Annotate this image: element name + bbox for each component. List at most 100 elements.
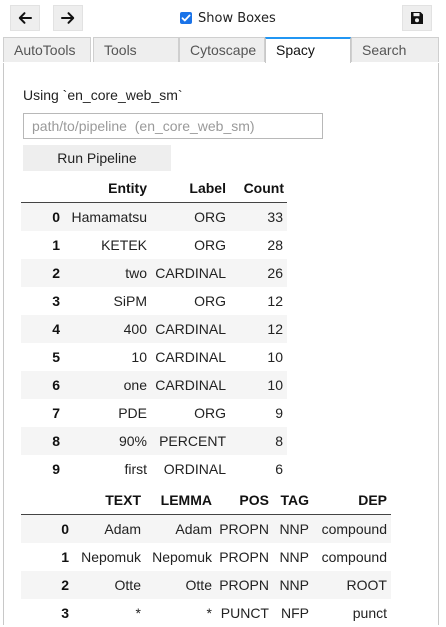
forward-button[interactable]	[53, 5, 83, 31]
tag-cell: NNP	[279, 577, 309, 593]
label-cell: ORDINAL	[163, 461, 226, 477]
label-cell: CARDINAL	[155, 377, 226, 393]
table-row: 9 first ORDINAL 6	[21, 455, 287, 483]
tab-label: Search	[362, 42, 407, 58]
table-row: 5 10 CARDINAL 10	[21, 343, 287, 371]
count-cell: 33	[267, 209, 283, 225]
table-row: 2 Otte Otte PROPN NNP ROOT	[21, 571, 391, 599]
label-cell: ORG	[194, 209, 226, 225]
tokens-table: TEXT LEMMA POS TAG DEP 0 Adam Adam PROPN NNP…	[21, 486, 391, 625]
row-index: 1	[61, 549, 69, 565]
count-cell: 9	[275, 405, 283, 421]
label-cell: CARDINAL	[155, 349, 226, 365]
show-boxes-label: Show Boxes	[198, 10, 276, 26]
count-cell: 8	[275, 433, 283, 449]
lemma-cell: Nepomuk	[152, 549, 212, 565]
row-index: 1	[52, 237, 60, 253]
tab-cytoscape[interactable]: Cytoscape	[179, 37, 265, 62]
entity-cell: KETEK	[101, 237, 147, 253]
tab-label: AutoTools	[14, 42, 76, 58]
row-index: 3	[61, 605, 69, 621]
toolbar: Show Boxes	[0, 0, 446, 36]
row-index: 2	[61, 577, 69, 593]
run-pipeline-label: Run Pipeline	[57, 150, 137, 166]
table-row: 4 400 CARDINAL 12	[21, 315, 287, 343]
table-header: Entity Label Count	[21, 174, 287, 202]
entity-cell: 90%	[118, 433, 147, 449]
tag-cell: NFP	[281, 605, 309, 621]
text-cell: *	[135, 605, 141, 621]
table-row: 1 Nepomuk Nepomuk PROPN NNP compound	[21, 543, 391, 571]
pos-cell: PROPN	[219, 577, 269, 593]
table-row: 1 KETEK ORG 28	[21, 231, 287, 259]
tab-bar: AutoTools Tools Cytoscape Spacy Search	[3, 37, 439, 64]
column-header-text: TEXT	[105, 492, 141, 508]
pipeline-path-input[interactable]	[23, 113, 323, 139]
table-row: 0 Hamamatsu ORG 33	[21, 203, 287, 231]
count-cell: 28	[267, 237, 283, 253]
save-button[interactable]	[402, 5, 432, 31]
row-index: 5	[52, 349, 60, 365]
entity-cell: 10	[131, 349, 147, 365]
label-cell: ORG	[194, 237, 226, 253]
count-cell: 12	[267, 293, 283, 309]
tag-cell: NNP	[279, 521, 309, 537]
label-cell: ORG	[194, 405, 226, 421]
run-pipeline-button[interactable]: Run Pipeline	[23, 145, 171, 171]
row-index: 4	[52, 321, 60, 337]
row-index: 8	[52, 433, 60, 449]
lemma-cell: Adam	[175, 521, 212, 537]
table-row: 0 Adam Adam PROPN NNP compound	[21, 515, 391, 543]
row-index: 9	[52, 461, 60, 477]
model-info-text: Using `en_core_web_sm`	[23, 87, 183, 103]
tag-cell: NNP	[279, 549, 309, 565]
dep-cell: compound	[321, 521, 387, 537]
show-boxes-toggle[interactable]: Show Boxes	[180, 8, 276, 28]
row-index: 7	[52, 405, 60, 421]
label-cell: ORG	[194, 293, 226, 309]
entities-table: Entity Label Count 0 Hamamatsu ORG 33 1 KETEK…	[21, 174, 287, 484]
back-button[interactable]	[10, 5, 40, 31]
table-row: 3 SiPM ORG 12	[21, 287, 287, 315]
row-index: 2	[52, 265, 60, 281]
pos-cell: PUNCT	[220, 605, 269, 621]
table-header: TEXT LEMMA POS TAG DEP	[21, 486, 391, 514]
row-index: 6	[52, 377, 60, 393]
label-cell: PERCENT	[159, 433, 226, 449]
table-row: 3 * * PUNCT NFP punct	[21, 599, 391, 627]
count-cell: 6	[275, 461, 283, 477]
text-cell: Nepomuk	[81, 549, 141, 565]
count-cell: 10	[267, 377, 283, 393]
tab-spacy[interactable]: Spacy	[265, 37, 351, 64]
column-header-count: Count	[243, 180, 284, 196]
entity-cell: 400	[123, 321, 147, 337]
pos-cell: PROPN	[219, 549, 269, 565]
dep-cell: compound	[321, 549, 387, 565]
count-cell: 12	[267, 321, 283, 337]
tab-label: Cytoscape	[190, 42, 257, 58]
entity-cell: PDE	[118, 405, 147, 421]
entity-cell: SiPM	[113, 293, 147, 309]
tab-label: Tools	[104, 42, 137, 58]
tab-search[interactable]: Search	[351, 37, 439, 62]
lemma-cell: Otte	[185, 577, 212, 593]
tab-label: Spacy	[276, 42, 315, 58]
entity-cell: two	[125, 265, 147, 281]
table-row: 2 two CARDINAL 26	[21, 259, 287, 287]
arrow-left-icon	[18, 12, 32, 24]
column-header-lemma: LEMMA	[160, 492, 212, 508]
count-cell: 10	[267, 349, 283, 365]
lemma-cell: *	[206, 605, 212, 621]
text-cell: Otte	[114, 577, 141, 593]
entity-cell: Hamamatsu	[71, 209, 147, 225]
arrow-right-icon	[61, 12, 75, 24]
show-boxes-checkbox[interactable]	[180, 12, 192, 24]
entity-cell: one	[123, 377, 147, 393]
table-row: 8 90% PERCENT 8	[21, 427, 287, 455]
tab-autotools[interactable]: AutoTools	[3, 37, 91, 62]
column-header-tag: TAG	[280, 492, 309, 508]
column-header-pos: POS	[239, 492, 269, 508]
tab-tools[interactable]: Tools	[93, 37, 179, 62]
label-cell: CARDINAL	[155, 321, 226, 337]
checkmark-icon	[181, 14, 191, 22]
